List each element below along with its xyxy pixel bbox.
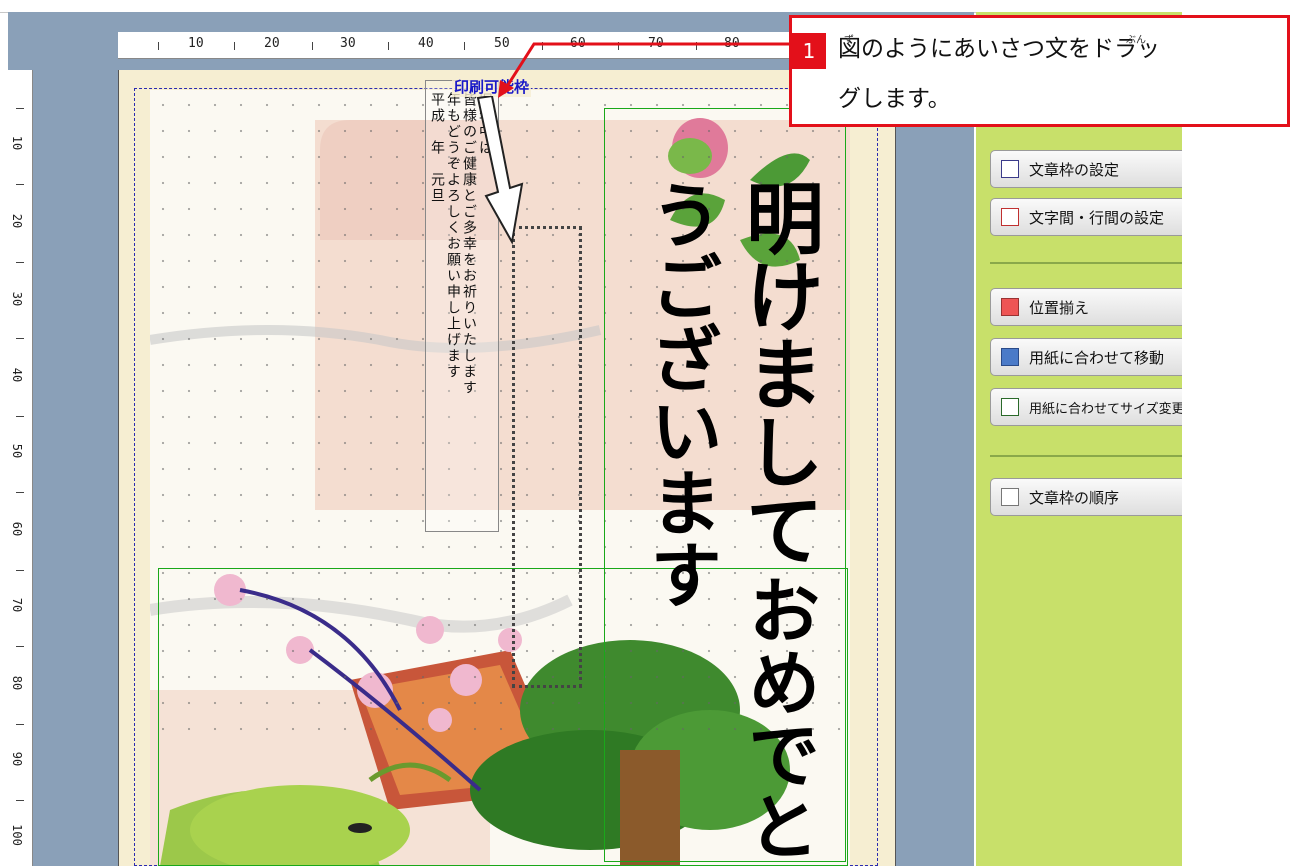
order-icon <box>1001 488 1019 506</box>
fit-resize-icon <box>1001 398 1019 416</box>
drag-direction-arrow-icon <box>476 96 524 245</box>
callout-pointer-icon <box>498 42 790 98</box>
ruler-mark-v80: 80 <box>10 675 25 691</box>
instruction-text: ず ぶん 図のようにあいさつ文をドラッ グします。 <box>838 24 1278 124</box>
spacing-settings-button[interactable]: 文字間・行間の設定 <box>990 198 1182 236</box>
step-number-badge: 1 <box>792 33 826 69</box>
greeting-line-4: 平成 年 元旦 <box>429 92 445 204</box>
ruby-bun: ぶん <box>1126 35 1146 46</box>
ruler-mark-v10: 10 <box>10 135 25 151</box>
instruction-text-line-1: 図のようにあいさつ文をドラッ <box>838 36 1160 62</box>
fit-move-icon <box>1001 348 1019 366</box>
text-frame-settings-icon <box>1001 160 1019 178</box>
ruler-mark-v30: 30 <box>10 291 25 307</box>
align-label: 位置揃え <box>1029 298 1090 317</box>
ruler-mark-v20: 20 <box>10 213 25 229</box>
fit-resize-label: 用紙に合わせてサイズ変更 <box>1029 401 1182 417</box>
ruler-mark-40: 40 <box>418 36 434 51</box>
panel-edge <box>1182 0 1290 866</box>
align-icon <box>1001 298 1019 316</box>
fit-resize-button[interactable]: 用紙に合わせてサイズ変更 <box>990 388 1182 426</box>
drag-selection-box <box>512 226 582 688</box>
spacing-icon <box>1001 208 1019 226</box>
ruler-mark-10: 10 <box>188 36 204 51</box>
align-button[interactable]: 位置揃え <box>990 288 1182 326</box>
ruler-mark-30: 30 <box>340 36 356 51</box>
ruler-mark-v50: 50 <box>10 443 25 459</box>
calligraphy-line-1: 明けまして <box>733 178 824 568</box>
frame-order-label: 文章枠の順序 <box>1029 488 1120 507</box>
side-panel <box>976 12 1182 866</box>
new-year-calligraphy: 明けまして おめでとうございます <box>632 178 828 866</box>
ruler-mark-v60: 60 <box>10 521 25 537</box>
ruby-zu: ず <box>844 35 854 46</box>
ruler-mark-20: 20 <box>264 36 280 51</box>
ruler-mark-v90: 90 <box>10 751 25 767</box>
fit-move-button[interactable]: 用紙に合わせて移動 <box>990 338 1182 376</box>
frame-order-button[interactable]: 文章枠の順序 <box>990 478 1182 516</box>
panel-divider <box>990 262 1182 264</box>
ruler-mark-v40: 40 <box>10 367 25 383</box>
greeting-line-3: 年もどうぞよろしくお願い申し上げます <box>445 92 461 380</box>
text-frame-settings-label: 文章枠の設定 <box>1029 160 1120 179</box>
spacing-settings-label: 文字間・行間の設定 <box>1029 208 1165 227</box>
ruler-mark-v70: 70 <box>10 597 25 613</box>
instruction-text-line-2: グします。 <box>838 86 951 112</box>
vertical-ruler: 10 20 30 40 50 60 70 80 90 100 <box>8 70 33 866</box>
ruler-mark-v100: 100 <box>9 824 24 846</box>
panel-divider-2 <box>990 455 1182 457</box>
fit-move-label: 用紙に合わせて移動 <box>1029 348 1165 367</box>
text-frame-settings-button[interactable]: 文章枠の設定 <box>990 150 1182 188</box>
